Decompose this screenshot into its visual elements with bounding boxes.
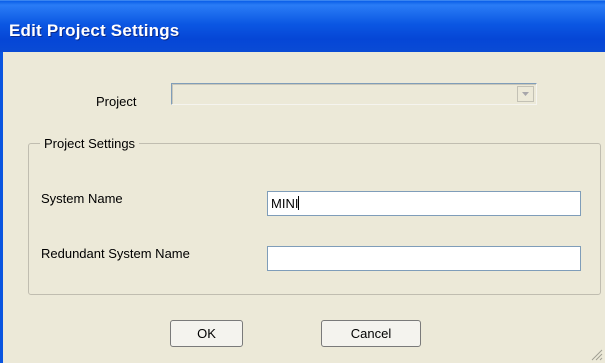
dropdown-button[interactable] bbox=[517, 86, 534, 102]
system-name-input[interactable]: MINI bbox=[267, 191, 581, 216]
text-caret bbox=[298, 196, 300, 210]
redundant-system-name-label: Redundant System Name bbox=[41, 246, 190, 261]
project-settings-group bbox=[28, 143, 601, 295]
resize-grip-icon[interactable] bbox=[589, 347, 603, 361]
ok-button[interactable]: OK bbox=[170, 320, 243, 347]
title-bar[interactable]: Edit Project Settings bbox=[0, 0, 605, 52]
system-name-label: System Name bbox=[41, 191, 123, 206]
chevron-down-icon bbox=[522, 92, 529, 96]
cancel-button[interactable]: Cancel bbox=[321, 320, 421, 347]
project-dropdown[interactable] bbox=[171, 83, 537, 105]
window-title: Edit Project Settings bbox=[9, 21, 180, 40]
edit-project-settings-dialog: Edit Project Settings Project Project Se… bbox=[0, 0, 605, 363]
project-label: Project bbox=[96, 94, 137, 109]
system-name-value: MINI bbox=[271, 196, 299, 211]
project-settings-group-label: Project Settings bbox=[40, 136, 140, 151]
redundant-system-name-input[interactable] bbox=[267, 246, 581, 271]
